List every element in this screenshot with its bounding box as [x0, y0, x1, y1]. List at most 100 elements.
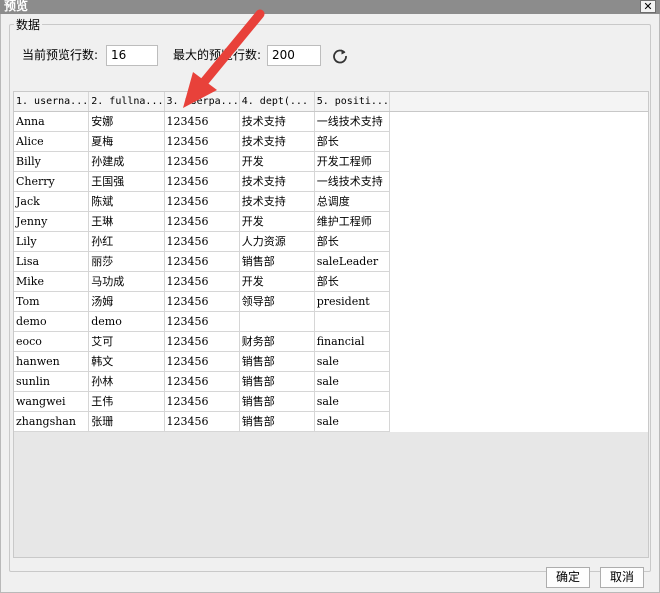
column-header[interactable]: 1. userna... [14, 92, 90, 112]
current-rows-label: 当前预览行数: [22, 48, 99, 62]
preview-dialog: 数据 当前预览行数: 16 最大的预览行数: 200 1. userna... … [0, 14, 660, 593]
table-cell: 技术支持 [239, 131, 315, 152]
table-cell: sale [314, 351, 390, 372]
table-cell: 123456 [164, 291, 240, 312]
group-label: 数据 [14, 16, 43, 33]
table-cell: Jenny [14, 211, 90, 232]
table-cell: 123456 [164, 391, 240, 412]
table-cell: 123456 [164, 411, 240, 432]
table-cell: 技术支持 [239, 111, 315, 132]
table-cell: Lisa [14, 251, 90, 272]
table-cell: sale [314, 411, 390, 432]
column-header[interactable]: 3. userpa... [164, 92, 240, 112]
current-rows-input[interactable]: 16 [106, 45, 158, 66]
table-cell: 财务部 [239, 331, 315, 352]
table-row[interactable]: Lily 孙红 123456 人力资源 部长 [14, 231, 648, 252]
table-row[interactable]: Jack 陈斌 123456 技术支持 总调度 [14, 191, 648, 212]
table-row[interactable]: Anna 安娜 123456 技术支持 一线技术支持 [14, 111, 648, 132]
table-cell: 开发 [239, 151, 315, 172]
table-cell: 123456 [164, 251, 240, 272]
table-cell: 一线技术支持 [314, 111, 390, 132]
table-row[interactable]: wangwei 王伟 123456 销售部 sale [14, 391, 648, 412]
table-cell [314, 311, 390, 332]
table-cell: 销售部 [239, 411, 315, 432]
refresh-icon[interactable] [331, 47, 349, 65]
table-cell: Jack [14, 191, 90, 212]
table-cell: 123456 [164, 351, 240, 372]
table-cell: Billy [14, 151, 90, 172]
table-cell: 123456 [164, 331, 240, 352]
table-cell: 维护工程师 [314, 211, 390, 232]
table-cell: Alice [14, 131, 90, 152]
table-cell: Tom [14, 291, 90, 312]
table-cell: 人力资源 [239, 231, 315, 252]
close-icon[interactable]: ✕ [640, 0, 656, 13]
max-rows-input[interactable]: 200 [267, 45, 321, 66]
table-cell: 123456 [164, 311, 240, 332]
table-cell: 技术支持 [239, 171, 315, 192]
table-row[interactable]: sunlin 孙林 123456 销售部 sale [14, 371, 648, 392]
table-cell: president [314, 291, 390, 312]
table-cell: 丽莎 [88, 251, 165, 272]
table-row[interactable]: eoco 艾可 123456 财务部 financial [14, 331, 648, 352]
table-cell: 123456 [164, 371, 240, 392]
table-row[interactable]: Tom 汤姆 123456 领导部 president [14, 291, 648, 312]
table-cell: 开发 [239, 271, 315, 292]
table-row[interactable]: Billy 孙建成 123456 开发 开发工程师 [14, 151, 648, 172]
column-header[interactable]: 2. fullna... [88, 92, 165, 112]
table-cell: 孙林 [88, 371, 165, 392]
table-row[interactable]: Jenny 王琳 123456 开发 维护工程师 [14, 211, 648, 232]
table-cell: 夏梅 [88, 131, 165, 152]
cancel-button[interactable]: 取消 [600, 567, 644, 588]
table-cell: 开发 [239, 211, 315, 232]
window-title: 预览 [4, 0, 29, 13]
table-cell [239, 311, 315, 332]
table-row[interactable]: Mike 马功成 123456 开发 部长 [14, 271, 648, 292]
table-cell: 123456 [164, 151, 240, 172]
table-row[interactable]: Alice 夏梅 123456 技术支持 部长 [14, 131, 648, 152]
table-cell: 安娜 [88, 111, 165, 132]
table-cell: 销售部 [239, 251, 315, 272]
table-cell: Cherry [14, 171, 90, 192]
table-cell: saleLeader [314, 251, 390, 272]
table-cell: zhangshan [14, 411, 90, 432]
table-row[interactable]: hanwen 韩文 123456 销售部 sale [14, 351, 648, 372]
table-row[interactable]: Cherry 王国强 123456 技术支持 一线技术支持 [14, 171, 648, 192]
header-filler [389, 92, 648, 112]
table-cell: 销售部 [239, 351, 315, 372]
table-cell: 孙建成 [88, 151, 165, 172]
table-cell: 总调度 [314, 191, 390, 212]
table-cell: 王伟 [88, 391, 165, 412]
table-cell: wangwei [14, 391, 90, 412]
table-cell: 销售部 [239, 371, 315, 392]
table-cell: 技术支持 [239, 191, 315, 212]
table-cell: 123456 [164, 271, 240, 292]
table-cell: 123456 [164, 211, 240, 232]
table-cell: sale [314, 371, 390, 392]
table-cell: 123456 [164, 131, 240, 152]
table-cell: 汤姆 [88, 291, 165, 312]
column-header[interactable]: 4. dept(... [239, 92, 315, 112]
preview-grid[interactable]: 1. userna... 2. fullna... 3. userpa... 4… [13, 91, 649, 558]
column-header[interactable]: 5. positi... [314, 92, 390, 112]
table-cell: 123456 [164, 231, 240, 252]
table-cell: financial [314, 331, 390, 352]
table-cell: 韩文 [88, 351, 165, 372]
table-cell: 马功成 [88, 271, 165, 292]
table-cell: 孙红 [88, 231, 165, 252]
table-row[interactable]: demo demo 123456 [14, 311, 648, 332]
table-cell: hanwen [14, 351, 90, 372]
table-row[interactable]: zhangshan 张珊 123456 销售部 sale [14, 411, 648, 432]
table-cell: 陈斌 [88, 191, 165, 212]
table-cell: 123456 [164, 191, 240, 212]
table-cell: 123456 [164, 111, 240, 132]
table-row[interactable]: Lisa 丽莎 123456 销售部 saleLeader [14, 251, 648, 272]
table-cell: 艾可 [88, 331, 165, 352]
table-cell: 张珊 [88, 411, 165, 432]
ok-button[interactable]: 确定 [546, 567, 590, 588]
table-cell: 部长 [314, 271, 390, 292]
table-cell: 销售部 [239, 391, 315, 412]
table-cell: demo [88, 311, 165, 332]
table-cell: sale [314, 391, 390, 412]
table-cell: sunlin [14, 371, 90, 392]
